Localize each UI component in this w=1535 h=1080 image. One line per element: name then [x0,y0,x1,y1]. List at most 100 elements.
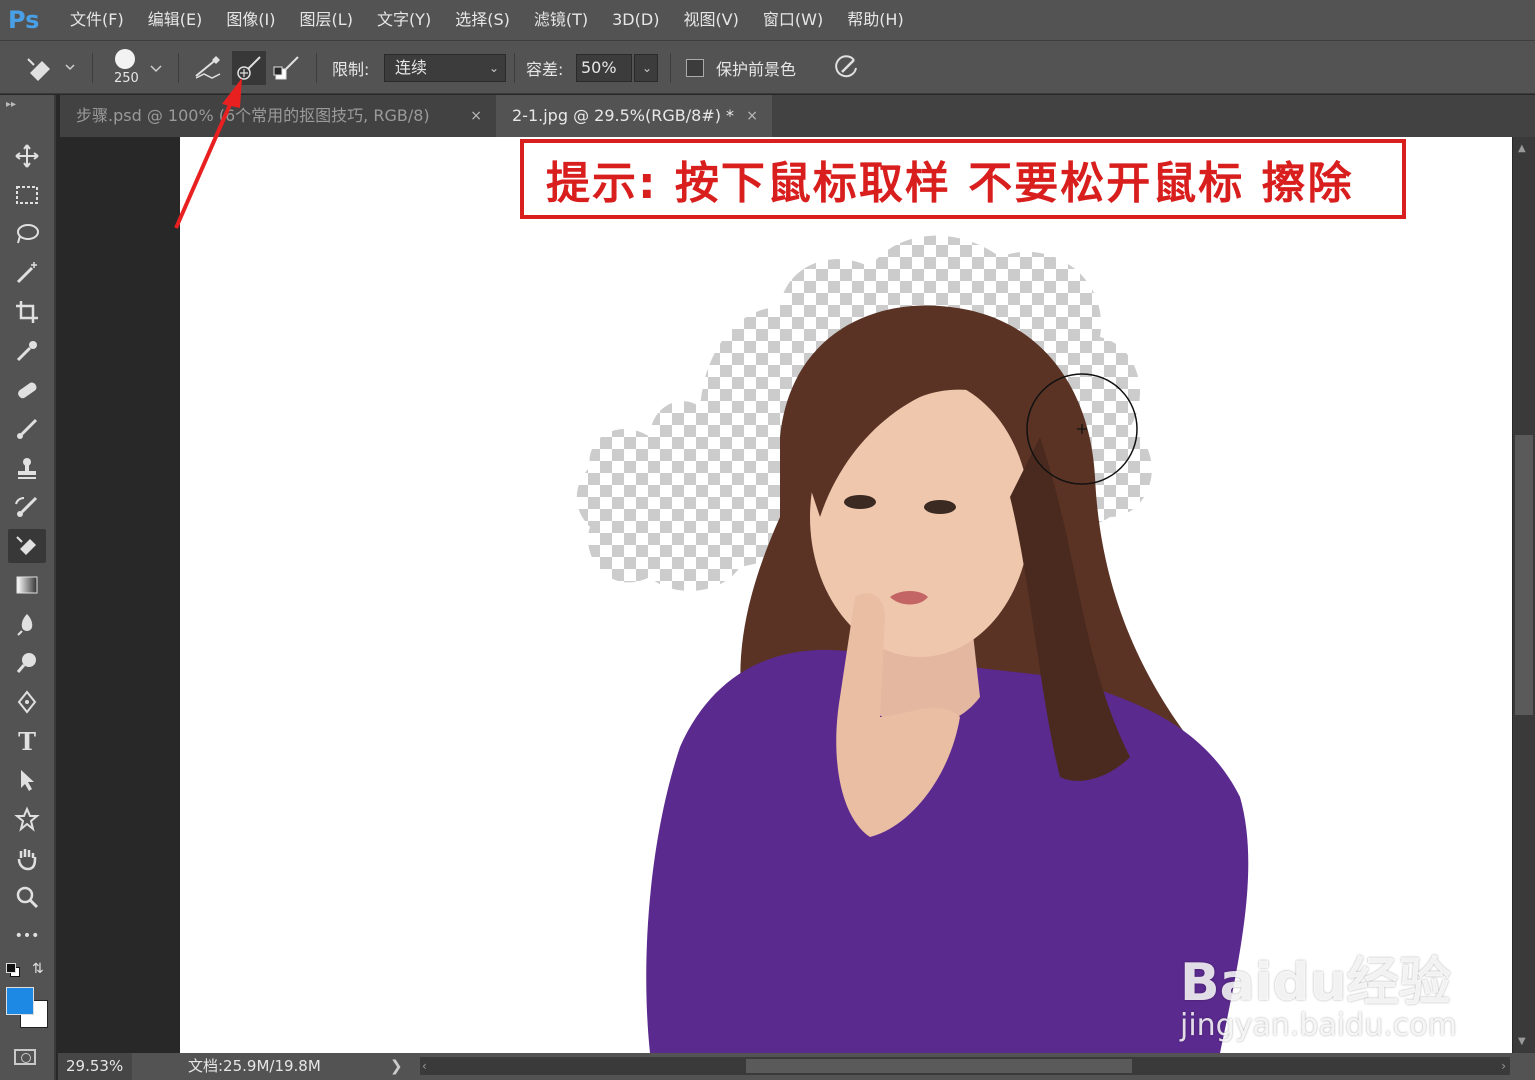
status-menu-arrow-icon[interactable]: ❯ [390,1053,403,1080]
pen-pressure-button[interactable] [832,41,860,95]
zoom-icon [16,886,39,909]
clone-stamp-tool[interactable] [8,451,46,485]
brush-size-picker[interactable]: 250 [108,41,164,95]
sampling-continuous-button[interactable] [192,41,224,95]
menu-help[interactable]: 帮助(H) [835,0,916,40]
more-tools-button[interactable]: ••• [8,919,46,953]
menu-select[interactable]: 选择(S) [443,0,522,40]
tolerance-input[interactable]: 50% [576,54,632,82]
separator [316,53,317,83]
canvas-image [576,235,1249,1053]
protect-foreground-label: 保护前景色 [716,60,797,79]
move-tool[interactable] [8,139,46,173]
menu-edit[interactable]: 编辑(E) [136,0,215,40]
custom-shape-icon [14,806,40,832]
hint-text: 提示: 按下鼠标取样 不要松开鼠标 擦除 [546,158,1354,209]
tolerance-label: 容差: [526,60,564,79]
zoom-tool[interactable] [8,880,46,914]
sampling-background-swatch-icon [273,56,299,80]
brush-tip-icon [115,49,135,69]
vertical-scroll-thumb[interactable] [1515,435,1533,715]
eyedropper-tool[interactable] [8,334,46,368]
document-tabs: 步骤.psd @ 100% (6个常用的抠图技巧, RGB/8) × 2-1.j… [60,95,1535,137]
pen-tool[interactable] [8,685,46,719]
document-size: 文档:25.9M/19.8M [188,1057,321,1075]
separator [670,53,671,83]
brush-tool[interactable] [8,412,46,446]
menu-layer[interactable]: 图层(L) [288,0,365,40]
quick-mask-icon[interactable] [14,1049,36,1065]
pen-icon [17,690,37,714]
dodge-tool[interactable] [8,646,46,680]
menu-filter[interactable]: 滤镜(T) [522,0,600,40]
scroll-right-icon[interactable]: › [1501,1057,1506,1075]
background-eraser-icon [27,58,75,81]
foreground-color-swatch[interactable] [6,987,34,1015]
background-eraser-icon [16,536,36,555]
marquee-tool[interactable] [8,178,46,212]
watermark-url: jingyan.baidu.com [1180,1008,1457,1043]
collapse-panel-icon[interactable]: ▸▸ [6,99,16,110]
crop-icon [16,301,38,323]
scroll-down-icon[interactable]: ▼ [1518,1036,1526,1047]
horizontal-scroll-thumb[interactable] [746,1059,1132,1073]
blur-icon [17,614,33,636]
scroll-up-icon[interactable]: ▲ [1518,143,1526,154]
eye-left [844,495,876,509]
type-icon: T [18,726,36,756]
eyedropper-icon [16,341,37,362]
tab-label: 步骤.psd @ 100% (6个常用的抠图技巧, RGB/8) [76,106,430,125]
menu-type[interactable]: 文字(Y) [365,0,443,40]
scroll-left-icon[interactable]: ‹ [422,1057,427,1075]
menu-3d[interactable]: 3D(D) [600,0,671,40]
zoom-value: 29.53% [66,1057,124,1075]
sampling-background-swatch-button[interactable] [272,41,302,95]
path-selection-tool[interactable] [8,763,46,797]
zoom-field[interactable]: 29.53% [58,1053,132,1080]
magic-wand-icon [16,262,37,284]
menu-view[interactable]: 视图(V) [671,0,750,40]
tool-preset-picker[interactable] [22,41,78,95]
vertical-scrollbar[interactable]: ▲ ▼ [1513,137,1535,1053]
history-brush-tool[interactable] [8,490,46,524]
limit-select[interactable]: 连续 ⌄ [384,54,506,82]
swap-colors-icon[interactable]: ⇅ [32,961,44,977]
gradient-icon [16,576,38,594]
hand-tool[interactable] [8,841,46,875]
history-brush-icon [15,496,38,517]
tools-panel: ▸▸ T ••• ⇅ [0,95,56,1080]
marquee-icon [16,186,38,204]
magic-wand-tool[interactable] [8,256,46,290]
protect-foreground-option[interactable]: 保护前景色 [686,41,796,95]
gradient-tool[interactable] [8,568,46,602]
close-icon[interactable]: × [470,95,482,137]
sampling-once-button[interactable] [232,41,266,95]
healing-brush-tool[interactable] [8,373,46,407]
menu-image[interactable]: 图像(I) [214,0,287,40]
limit-value: 连续 [395,58,428,77]
custom-shape-tool[interactable] [8,802,46,836]
crop-tool[interactable] [8,295,46,329]
tab-document-2[interactable]: 2-1.jpg @ 29.5%(RGB/8#) * × [496,95,772,137]
tolerance-dropdown-button[interactable]: ⌄ [634,54,658,82]
tab-document-1[interactable]: 步骤.psd @ 100% (6个常用的抠图技巧, RGB/8) × [60,95,496,137]
hand-icon [17,849,37,871]
dodge-icon [16,653,36,673]
more-tools-icon: ••• [14,928,40,944]
background-eraser-tool[interactable] [8,529,46,563]
close-icon[interactable]: × [746,95,758,137]
default-colors-icon[interactable] [6,963,20,977]
menu-file[interactable]: 文件(F) [58,0,136,40]
protect-foreground-checkbox[interactable] [686,59,704,77]
app-logo: Ps [8,6,40,34]
menu-window[interactable]: 窗口(W) [751,0,835,40]
healing-brush-icon [18,382,37,399]
watermark-text: Baidu经验 [1180,953,1451,1013]
options-bar: 250 限制: 连续 ⌄ 容差: 50% ⌄ 保护前景色 [0,40,1535,94]
horizontal-scrollbar[interactable]: ‹ › [420,1057,1510,1075]
document-canvas[interactable] [180,137,1512,1053]
blur-tool[interactable] [8,607,46,641]
pen-pressure-icon [835,55,857,78]
type-tool[interactable]: T [8,724,46,758]
lasso-tool[interactable] [8,217,46,251]
